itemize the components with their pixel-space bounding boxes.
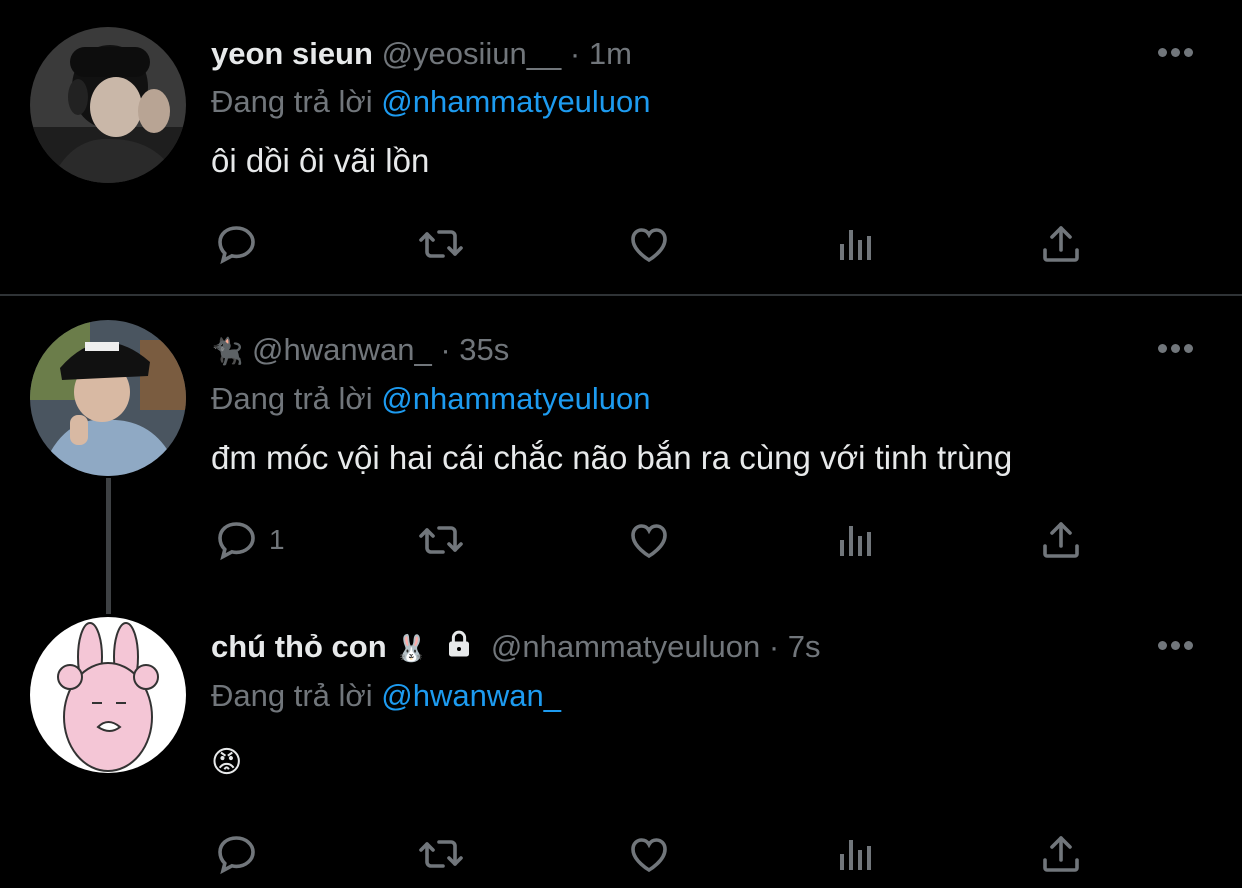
tweet-text: ôi dồi ôi vãi lồn — [211, 142, 430, 179]
retweet-icon — [419, 840, 463, 868]
display-name[interactable]: yeon sieun — [211, 36, 373, 71]
share-icon — [1043, 522, 1079, 558]
like-icon — [631, 838, 667, 873]
mention-link[interactable]: @nhammatyeuluon — [381, 381, 650, 416]
retweet-button[interactable] — [417, 214, 465, 274]
like-icon — [631, 228, 667, 263]
tweet-text: đm móc vội hai cái chắc não bắn ra cùng … — [211, 439, 1013, 476]
tweet-2-actions: 1 — [0, 510, 1242, 570]
lock-icon — [444, 629, 474, 669]
like-button[interactable] — [625, 824, 673, 884]
replying-to: Đang trả lời @nhammatyeuluon — [211, 379, 651, 419]
reply-icon — [218, 522, 255, 561]
views-icon — [840, 526, 871, 556]
reply-button[interactable]: 1 — [213, 510, 285, 570]
timestamp[interactable]: 1m — [589, 36, 632, 71]
timestamp[interactable]: 7s — [788, 629, 821, 664]
replying-to-label: Đang trả lời — [211, 84, 373, 119]
mention-link[interactable]: @hwanwan_ — [381, 678, 561, 713]
display-name-emoji: 🐰 — [395, 633, 428, 663]
tweet-text: 😡 — [211, 746, 243, 779]
retweet-icon — [419, 230, 463, 258]
separator-dot: · — [768, 629, 780, 664]
divider — [0, 294, 1242, 296]
tweet-1-actions — [0, 214, 1242, 274]
like-icon — [631, 524, 667, 559]
more-icon[interactable] — [1158, 637, 1200, 657]
like-button[interactable] — [625, 510, 673, 570]
views-button[interactable] — [832, 510, 880, 570]
views-icon — [840, 230, 871, 260]
replying-to-label: Đang trả lời — [211, 381, 373, 416]
separator-dot: · — [569, 36, 581, 71]
mention-link[interactable]: @nhammatyeuluon — [381, 84, 650, 119]
replying-to-label: Đang trả lời — [211, 678, 373, 713]
reply-icon — [218, 836, 255, 875]
replying-to: Đang trả lời @nhammatyeuluon — [211, 82, 651, 122]
like-button[interactable] — [625, 214, 673, 274]
share-icon — [1043, 226, 1079, 262]
retweet-icon — [419, 526, 463, 554]
share-button[interactable] — [1037, 510, 1085, 570]
tweet-3-actions — [0, 824, 1242, 884]
user-handle[interactable]: @nhammatyeuluon — [491, 629, 760, 664]
display-name-emoji[interactable]: 🐈‍⬛ — [211, 336, 243, 366]
tweet-header: yeon sieun @yeosiiun__ · 1m — [211, 34, 632, 74]
more-icon[interactable] — [1158, 44, 1200, 64]
reply-icon — [218, 226, 255, 265]
separator-dot: · — [440, 332, 451, 367]
avatar[interactable] — [30, 27, 186, 183]
share-button[interactable] — [1037, 214, 1085, 274]
timestamp[interactable]: 35s — [459, 332, 509, 367]
share-button[interactable] — [1037, 824, 1085, 884]
replying-to: Đang trả lời @hwanwan_ — [211, 676, 561, 716]
avatar[interactable] — [30, 320, 186, 476]
retweet-button[interactable] — [417, 510, 465, 570]
views-icon — [840, 840, 871, 870]
avatar[interactable] — [30, 617, 186, 773]
reply-button[interactable] — [213, 214, 261, 274]
reply-count: 1 — [269, 524, 285, 555]
display-name[interactable]: chú thỏ con — [211, 629, 387, 664]
user-handle[interactable]: @yeosiiun__ — [382, 36, 562, 71]
tweet-header: 🐈‍⬛ @hwanwan_ · 35s — [211, 330, 509, 371]
views-button[interactable] — [832, 824, 880, 884]
views-button[interactable] — [832, 214, 880, 274]
share-icon — [1043, 836, 1079, 872]
tweet-header: chú thỏ con 🐰 @nhammatyeuluon · 7s — [211, 627, 821, 669]
user-handle[interactable]: @hwanwan_ — [252, 332, 432, 367]
reply-button[interactable] — [213, 824, 261, 884]
more-icon[interactable] — [1158, 340, 1200, 360]
retweet-button[interactable] — [417, 824, 465, 884]
